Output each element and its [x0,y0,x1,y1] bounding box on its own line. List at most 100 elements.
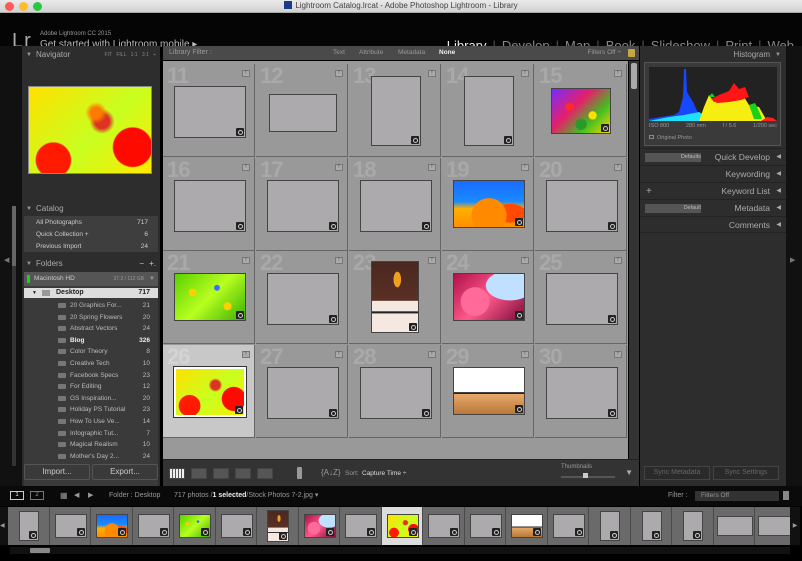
slider-knob[interactable] [583,473,589,478]
grid-cell[interactable]: 13! [349,63,441,157]
volume-menu-icon[interactable]: ▼ [149,272,155,286]
filmstrip-cell[interactable] [215,507,257,545]
filmstrip-cell[interactable] [423,507,465,545]
folders-header[interactable]: ▼ Folders − +. [22,257,160,271]
filter-lock-icon[interactable] [783,491,789,500]
filmstrip-cell[interactable] [506,507,548,545]
photo-thumbnail[interactable] [174,179,246,232]
flag-icon[interactable]: ! [335,350,343,358]
flag-icon[interactable]: ! [428,163,436,171]
grid-cell[interactable]: 14! [442,63,534,157]
flag-icon[interactable]: ! [521,257,529,264]
filmstrip-thumbnail[interactable] [758,516,794,536]
photo-thumbnail[interactable] [174,86,246,138]
sync-metadata-button[interactable]: Sync Metadata [644,466,710,480]
filmstrip-thumbnail[interactable] [683,511,703,541]
flag-icon[interactable]: ! [614,70,622,77]
folder-item[interactable]: GS Inspiration... 20 [24,393,158,404]
main-window-button[interactable]: 1 [10,491,24,500]
filmstrip-cell[interactable] [672,507,714,545]
filmstrip-cell[interactable] [589,507,631,545]
photo-thumbnail[interactable] [267,179,339,232]
folder-item[interactable]: Blog 326 [24,335,158,346]
flag-icon[interactable]: ! [242,257,250,264]
flag-icon[interactable]: ! [242,350,250,358]
photo-thumbnail[interactable] [267,273,339,325]
filmstrip-thumbnail[interactable] [137,514,170,538]
photo-thumbnail[interactable] [551,88,611,134]
folder-item[interactable]: How To Use Ve... 14 [24,416,158,427]
grid-cell[interactable]: 25! [535,250,627,344]
photo-thumbnail[interactable] [546,179,618,232]
folder-item[interactable]: Facebook Specs 23 [24,370,158,381]
filter-tab-attribute[interactable]: Attribute [359,46,383,60]
folder-item[interactable]: Holiday PS Tutorial 23 [24,404,158,415]
filmstrip-cell[interactable] [464,507,506,545]
folder-item[interactable]: 20 Spring Flowers 20 [24,312,158,323]
folder-item[interactable]: For Editing 12 [24,381,158,392]
folder-item[interactable]: Magical Realism 10 [24,439,158,450]
filmstrip-thumbnail[interactable] [179,514,211,538]
flag-icon[interactable]: ! [335,163,343,171]
remove-folder-button[interactable]: − [139,257,144,271]
grid-cell[interactable]: 27! [256,344,348,438]
grid-cell[interactable]: 29! [442,344,534,438]
photo-thumbnail[interactable] [453,366,525,415]
filmstrip-thumbnail[interactable] [220,514,253,538]
grid-view-button[interactable] [169,468,185,479]
grid-cell[interactable]: 20! [535,157,627,251]
sort-direction-icon[interactable]: {A↓Z} [321,468,341,477]
loupe-view-button[interactable] [191,468,207,479]
photo-thumbnail[interactable] [269,94,337,132]
filmstrip-cell[interactable] [381,507,423,545]
filter-tab-text[interactable]: Text [333,46,345,60]
checkbox-icon[interactable] [649,135,654,139]
filmstrip-thumbnail[interactable] [54,514,87,538]
photo-thumbnail[interactable] [371,261,419,333]
photo-thumbnail[interactable] [360,366,432,419]
people-view-button[interactable] [257,468,273,479]
flag-icon[interactable]: ! [242,163,250,171]
folder-item[interactable]: Infographic Tut... 7 [24,428,158,439]
filmstrip-thumbnail[interactable] [716,516,753,536]
keyword-list-header[interactable]: + Keyword List ◀ [640,182,786,199]
filmstrip-thumbnail[interactable] [96,514,128,538]
folder-item[interactable]: Mother's Day 2... 24 [24,451,158,462]
import-button[interactable]: Import... [24,464,90,480]
sync-settings-button[interactable]: Sync Settings [713,466,779,480]
filmstrip-thumbnail[interactable] [552,514,585,538]
grid-cell[interactable]: 23! [349,250,441,344]
zoom-fill[interactable]: FILL [116,52,126,58]
zoom-3-1[interactable]: 3:1 ÷ [142,52,156,58]
photo-thumbnail[interactable] [453,273,525,321]
filmstrip-cell[interactable] [174,507,216,545]
photo-thumbnail[interactable] [546,273,618,325]
filmstrip-thumbnail[interactable] [386,514,419,538]
filmstrip-scroll-right-icon[interactable]: ▶ [790,507,800,545]
zoom-fit[interactable]: FIT [105,52,112,58]
grid-cell[interactable]: 21! [163,250,255,344]
left-panel-edge[interactable]: ◀ [0,46,22,486]
filmstrip-thumbnail[interactable] [19,511,39,541]
filmstrip-cell[interactable] [547,507,589,545]
forward-arrow-icon[interactable]: ▶ [88,486,93,506]
filmstrip-cell[interactable] [49,507,91,545]
flag-icon[interactable]: ! [242,70,250,77]
original-photo-toggle[interactable]: Original Photo [649,135,692,141]
photo-thumbnail[interactable] [464,76,514,146]
photo-thumbnail[interactable] [174,366,246,417]
flag-icon[interactable]: ! [428,257,436,264]
folder-item[interactable]: Creative Tech 10 [24,358,158,369]
flag-icon[interactable]: ! [521,350,529,358]
folder-item[interactable]: Abstract Vectors 24 [24,323,158,334]
flag-icon[interactable]: ! [521,163,529,171]
flag-icon[interactable]: ! [335,257,343,264]
filter-preset-select[interactable]: Filters Off ÷ [588,46,621,60]
photo-thumbnail[interactable] [360,179,432,232]
grid-cell[interactable]: 11! [163,63,255,157]
lock-icon[interactable] [628,49,635,57]
flag-icon[interactable]: ! [428,350,436,358]
filmstrip-source[interactable]: Folder : Desktop [109,486,160,506]
photo-thumbnail[interactable] [546,366,618,419]
filmstrip-thumbnail[interactable] [267,510,289,542]
